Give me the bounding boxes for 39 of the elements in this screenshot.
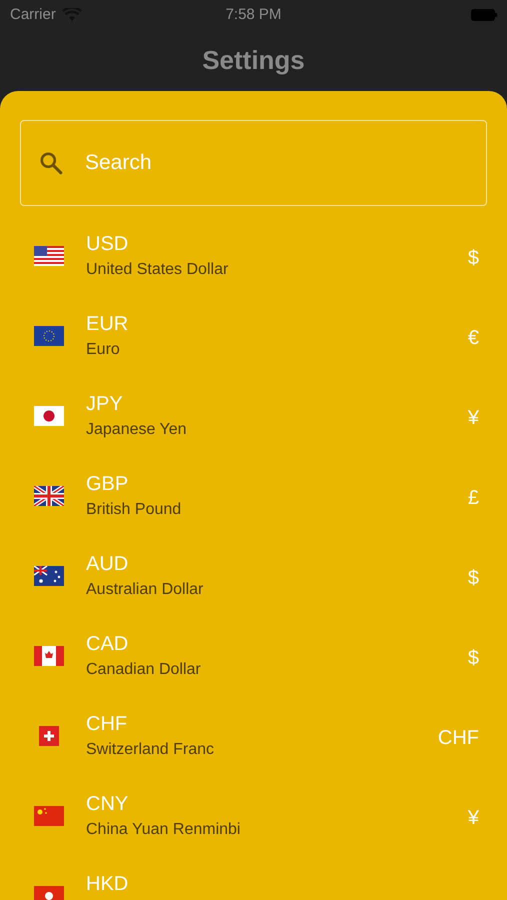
british-flag-icon <box>34 486 64 506</box>
currency-symbol: $ <box>468 646 479 671</box>
currency-code: GBP <box>86 472 128 497</box>
currency-symbol: $ <box>468 566 479 591</box>
currency-name: British Pound <box>86 500 182 520</box>
currency-name: Canadian Dollar <box>86 660 201 680</box>
currency-symbol: € <box>468 326 479 351</box>
clock-time: 7:58 PM <box>226 4 282 25</box>
currency-symbol: ¥ <box>468 806 479 831</box>
currency-name: Japanese Yen <box>86 420 187 440</box>
currency-name: Euro <box>86 340 120 360</box>
currency-code: CHF <box>86 712 128 737</box>
hong-kong-flag-icon <box>34 886 64 900</box>
currency-code: JPY <box>86 392 123 417</box>
carrier-label: Carrier <box>10 4 56 25</box>
currency-symbol: £ <box>468 486 479 511</box>
currency-code: USD <box>86 232 128 257</box>
currency-name: Australian Dollar <box>86 580 204 600</box>
currency-name: Switzerland Franc <box>86 740 214 760</box>
australian-flag-icon <box>34 566 64 586</box>
currency-symbol: ¥ <box>468 406 479 431</box>
currency-code: AUD <box>86 552 128 577</box>
canadian-flag-icon <box>34 646 64 666</box>
currency-code: CAD <box>86 632 128 657</box>
search-field[interactable]: Search <box>20 120 487 206</box>
japanese-flag-icon <box>34 406 64 426</box>
currency-symbol: $ <box>468 246 479 271</box>
eu-flag-icon <box>34 326 64 346</box>
search-icon <box>38 150 64 176</box>
currency-code: CNY <box>86 792 128 817</box>
battery-icon <box>471 9 497 21</box>
currency-name: United States Dollar <box>86 260 228 280</box>
chinese-flag-icon <box>34 806 64 826</box>
american-flag-icon <box>34 246 64 266</box>
currency-code: EUR <box>86 312 128 337</box>
currency-code: HKD <box>86 872 128 897</box>
currency-name: China Yuan Renminbi <box>86 820 240 840</box>
page-title: Settings <box>202 44 305 77</box>
currency-symbol: CHF <box>438 726 479 751</box>
